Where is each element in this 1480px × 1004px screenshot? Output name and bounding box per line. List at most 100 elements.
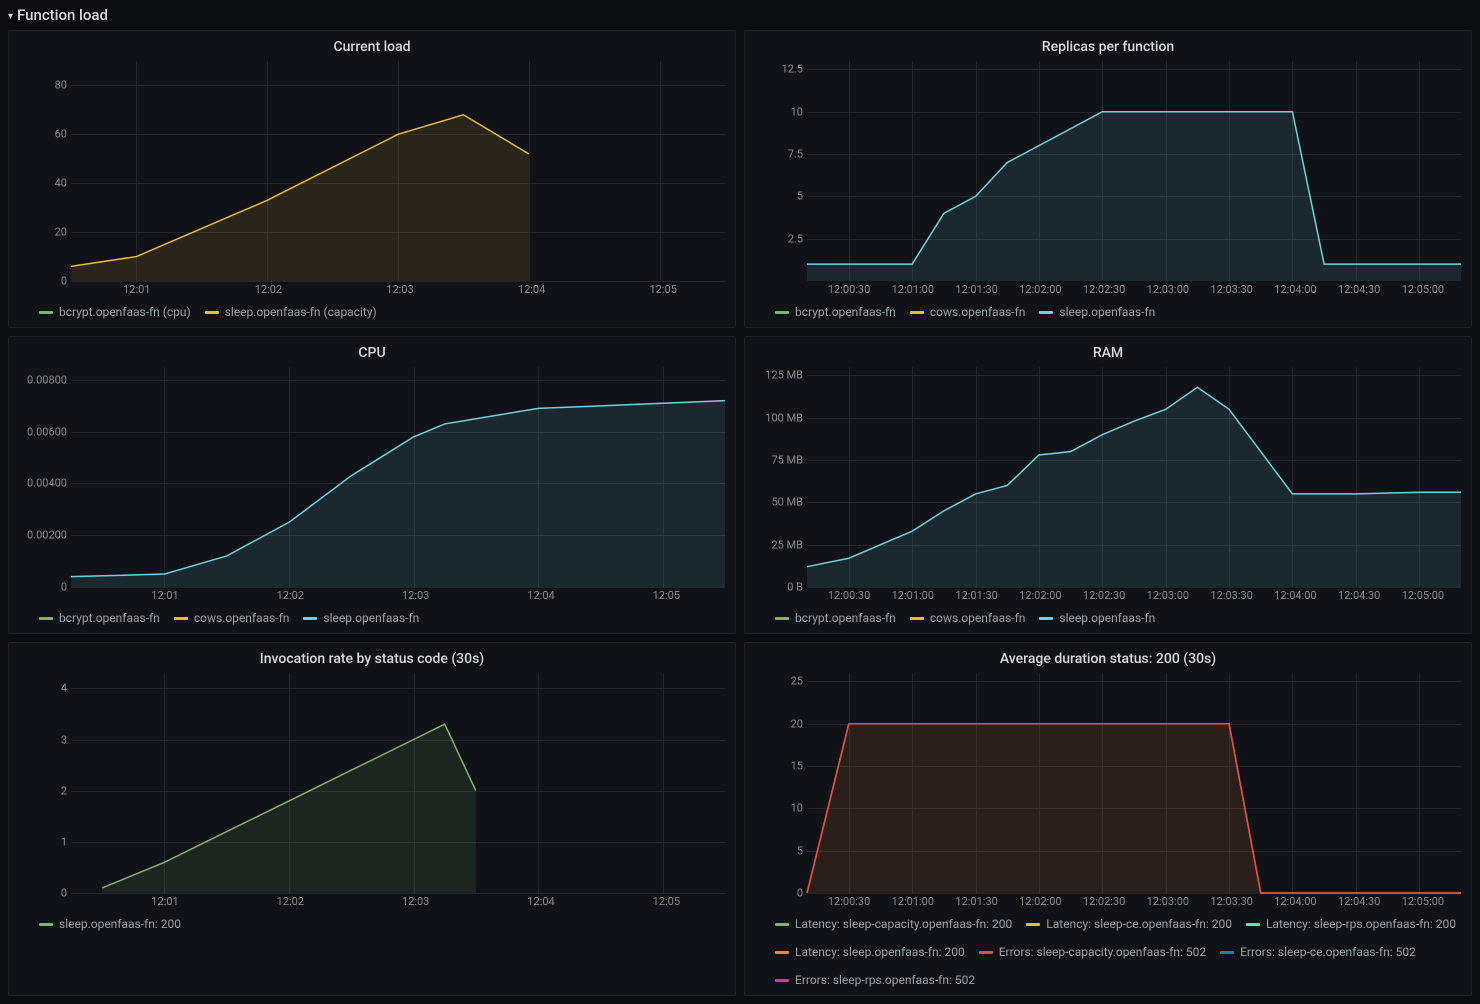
y-axis: 020406080 xyxy=(15,61,71,281)
legend-swatch xyxy=(1039,311,1053,314)
legend-item[interactable]: sleep.openfaas-fn xyxy=(303,611,419,625)
chart-area: 0 B25 MB50 MB75 MB100 MB125 MB xyxy=(751,367,1465,587)
x-tick-label: 12:03:30 xyxy=(1210,895,1252,908)
y-tick-label: 5 xyxy=(797,190,803,203)
x-tick-label: 12:04:00 xyxy=(1274,283,1316,296)
x-tick-label: 12:05 xyxy=(653,895,680,908)
x-tick-label: 12:01:30 xyxy=(955,895,997,908)
legend-item[interactable]: bcrypt.openfaas-fn xyxy=(39,611,160,625)
legend-item[interactable]: Errors: sleep-rps.openfaas-fn: 502 xyxy=(775,973,975,987)
x-tick-label: 12:04:30 xyxy=(1338,589,1380,602)
legend-item[interactable]: Errors: sleep-ce.openfaas-fn: 502 xyxy=(1220,945,1416,959)
legend-item[interactable]: Latency: sleep-rps.openfaas-fn: 200 xyxy=(1246,917,1456,931)
y-tick-label: 50 MB xyxy=(771,496,803,509)
plot-svg xyxy=(71,61,725,281)
y-axis: 0 B25 MB50 MB75 MB100 MB125 MB xyxy=(751,367,807,587)
legend-swatch xyxy=(1220,951,1234,954)
legend-label: sleep.openfaas-fn: 200 xyxy=(59,917,181,931)
legend-swatch xyxy=(775,923,789,926)
legend-label: Latency: sleep.openfaas-fn: 200 xyxy=(795,945,965,959)
y-tick-label: 3 xyxy=(61,733,67,746)
y-tick-label: 0 xyxy=(61,581,67,594)
legend-item[interactable]: cows.openfaas-fn xyxy=(910,305,1026,319)
x-axis: 12:0112:0212:0312:0412:05 xyxy=(71,281,729,299)
x-tick-label: 12:01 xyxy=(123,283,150,296)
plot-area xyxy=(71,673,725,893)
y-tick-label: 2.5 xyxy=(788,232,803,245)
legend-swatch xyxy=(1026,923,1040,926)
legend-swatch xyxy=(1246,923,1260,926)
y-axis: 2.557.51012.5 xyxy=(751,61,807,281)
panel-replicas[interactable]: Replicas per function2.557.51012.512:00:… xyxy=(744,30,1472,328)
legend-swatch xyxy=(205,311,219,314)
x-tick-label: 12:03:00 xyxy=(1147,589,1189,602)
y-tick-label: 0.00800 xyxy=(27,373,67,386)
y-tick-label: 0 xyxy=(61,275,67,288)
panel-title: Invocation rate by status code (30s) xyxy=(15,651,729,667)
legend-item[interactable]: bcrypt.openfaas-fn xyxy=(775,611,896,625)
legend-swatch xyxy=(775,951,789,954)
x-tick-label: 12:01 xyxy=(151,895,178,908)
x-tick-label: 12:01:30 xyxy=(955,589,997,602)
section-title: Function load xyxy=(17,6,108,24)
x-tick-label: 12:02:00 xyxy=(1019,895,1061,908)
y-tick-label: 0 xyxy=(61,887,67,900)
panel-title: Average duration status: 200 (30s) xyxy=(751,651,1465,667)
x-tick-label: 12:05:00 xyxy=(1402,895,1444,908)
x-tick-label: 12:03 xyxy=(402,589,429,602)
legend-item[interactable]: sleep.openfaas-fn xyxy=(1039,305,1155,319)
x-tick-label: 12:04:00 xyxy=(1274,895,1316,908)
y-axis: 01234 xyxy=(15,673,71,893)
y-tick-label: 2 xyxy=(61,784,67,797)
legend-item[interactable]: Errors: sleep-capacity.openfaas-fn: 502 xyxy=(979,945,1206,959)
y-tick-label: 15 xyxy=(791,760,803,773)
x-axis: 12:00:3012:01:0012:01:3012:02:0012:02:30… xyxy=(807,587,1465,605)
y-tick-label: 0.00200 xyxy=(27,529,67,542)
legend-item[interactable]: bcrypt.openfaas-fn (cpu) xyxy=(39,305,191,319)
x-axis: 12:00:3012:01:0012:01:3012:02:0012:02:30… xyxy=(807,893,1465,911)
x-tick-label: 12:03:30 xyxy=(1210,589,1252,602)
y-tick-label: 1 xyxy=(61,835,67,848)
legend: bcrypt.openfaas-fn cows.openfaas-fn sleep.… xyxy=(775,611,1461,625)
legend-item[interactable]: Latency: sleep-capacity.openfaas-fn: 200 xyxy=(775,917,1012,931)
legend: bcrypt.openfaas-fn (cpu) sleep.openfaas-f… xyxy=(39,305,725,319)
panel-title: RAM xyxy=(751,345,1465,361)
chart-area: 00.002000.004000.006000.00800 xyxy=(15,367,729,587)
legend-label: Errors: sleep-capacity.openfaas-fn: 502 xyxy=(999,945,1206,959)
legend-item[interactable]: Latency: sleep.openfaas-fn: 200 xyxy=(775,945,965,959)
legend-label: cows.openfaas-fn xyxy=(930,305,1026,319)
panel-current_load[interactable]: Current load02040608012:0112:0212:0312:0… xyxy=(8,30,736,328)
legend-item[interactable]: cows.openfaas-fn xyxy=(174,611,290,625)
legend-item[interactable]: cows.openfaas-fn xyxy=(910,611,1026,625)
legend-item[interactable]: sleep.openfaas-fn xyxy=(1039,611,1155,625)
x-tick-label: 12:02 xyxy=(255,283,282,296)
x-tick-label: 12:02:00 xyxy=(1019,283,1061,296)
y-tick-label: 0.00600 xyxy=(27,425,67,438)
y-tick-label: 4 xyxy=(61,682,67,695)
x-tick-label: 12:02 xyxy=(277,589,304,602)
x-tick-label: 12:03:00 xyxy=(1147,895,1189,908)
x-tick-label: 12:01 xyxy=(151,589,178,602)
panel-avg_duration[interactable]: Average duration status: 200 (30s)051015… xyxy=(744,642,1472,996)
legend-swatch xyxy=(910,617,924,620)
legend: bcrypt.openfaas-fn cows.openfaas-fn sleep.… xyxy=(775,305,1461,319)
legend-swatch xyxy=(39,923,53,926)
legend-item[interactable]: bcrypt.openfaas-fn xyxy=(775,305,896,319)
y-tick-label: 25 xyxy=(791,675,803,688)
legend-label: cows.openfaas-fn xyxy=(194,611,290,625)
x-tick-label: 12:01:00 xyxy=(892,589,934,602)
panel-ram[interactable]: RAM0 B25 MB50 MB75 MB100 MB125 MB12:00:3… xyxy=(744,336,1472,634)
legend-item[interactable]: sleep.openfaas-fn: 200 xyxy=(39,917,181,931)
y-tick-label: 20 xyxy=(55,226,67,239)
plot-area xyxy=(807,367,1461,587)
legend-item[interactable]: sleep.openfaas-fn (capacity) xyxy=(205,305,377,319)
legend-swatch xyxy=(910,311,924,314)
legend-swatch xyxy=(775,979,789,982)
section-header[interactable]: ▾ Function load xyxy=(0,0,1480,30)
x-axis: 12:00:3012:01:0012:01:3012:02:0012:02:30… xyxy=(807,281,1465,299)
panel-invocation_rate[interactable]: Invocation rate by status code (30s) 0 1 2 3… xyxy=(8,642,736,996)
legend-label: cows.openfaas-fn xyxy=(930,611,1026,625)
x-tick-label: 12:00:30 xyxy=(828,895,870,908)
panel-cpu[interactable]: CPU00.002000.004000.006000.0080012:0112:… xyxy=(8,336,736,634)
legend-item[interactable]: Latency: sleep-ce.openfaas-fn: 200 xyxy=(1026,917,1232,931)
